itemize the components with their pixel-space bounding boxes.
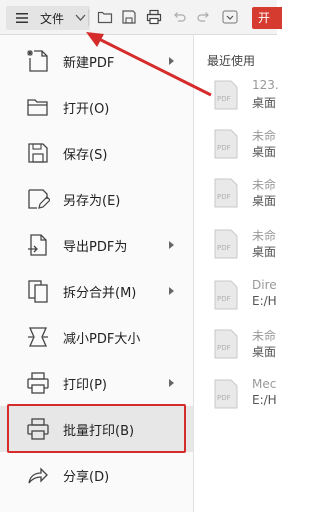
pdf-file-icon: PDF — [214, 379, 238, 409]
pdf-file-icon: PDF — [214, 329, 238, 359]
menu-item-split-merge[interactable]: 拆分合并(M) — [0, 268, 193, 314]
split-merge-icon — [28, 280, 48, 303]
recent-file-location: 桌面 — [252, 145, 277, 159]
recent-file-location: 桌面 — [252, 245, 277, 259]
pdf-file-icon: PDF — [214, 229, 238, 259]
svg-text:PDF: PDF — [217, 295, 231, 303]
recent-file-location: 桌面 — [252, 194, 277, 208]
menu-item-share[interactable]: 分享(D) — [0, 452, 193, 498]
pdf-file-icon: PDF — [214, 178, 238, 208]
more-dropdown-icon[interactable] — [222, 9, 238, 25]
recent-file-name: 未命 — [252, 229, 277, 243]
menu-item-label: 拆分合并(M) — [63, 286, 137, 301]
share-icon — [28, 467, 48, 484]
open-folder-icon[interactable] — [97, 9, 113, 25]
recent-file-item[interactable]: PDF 未命 桌面 — [214, 227, 277, 273]
recent-file-item[interactable]: PDF 未命 桌面 — [214, 176, 277, 222]
chevron-down-icon — [75, 14, 86, 21]
recent-file-name: 未命 — [252, 129, 277, 143]
recent-file-name: Dire — [252, 278, 277, 292]
save-icon — [28, 143, 48, 163]
recent-file-location: E:/H — [252, 294, 277, 308]
menu-item-batch-print[interactable]: 批量打印(B) — [0, 406, 193, 452]
svg-text:PDF: PDF — [217, 244, 231, 252]
save-as-icon — [28, 189, 50, 209]
svg-text:PDF: PDF — [217, 95, 231, 103]
submenu-arrow-icon — [169, 57, 174, 65]
recent-file-item[interactable]: PDF Dire E:/H — [214, 278, 277, 324]
menu-item-open[interactable]: 打开(O) — [0, 84, 193, 130]
menu-item-label: 批量打印(B) — [63, 424, 135, 439]
menu-item-label: 打印(P) — [63, 378, 107, 393]
new-pdf-icon — [27, 50, 48, 72]
svg-text:PDF: PDF — [217, 394, 231, 402]
menu-item-print[interactable]: 打印(P) — [0, 360, 193, 406]
recent-file-item[interactable]: PDF 123. 桌面 — [214, 78, 279, 124]
undo-icon[interactable] — [171, 9, 187, 25]
recent-file-item[interactable]: PDF 未命 桌面 — [214, 327, 277, 373]
file-menu-button[interactable]: 文件 — [6, 6, 90, 30]
menu-item-label: 分享(D) — [63, 470, 110, 485]
svg-text:PDF: PDF — [217, 344, 231, 352]
menu-item-save[interactable]: 保存(S) — [0, 130, 193, 176]
recent-files-header: 最近使用 — [207, 54, 256, 68]
menu-item-compress[interactable]: 减小PDF大小 — [0, 314, 193, 360]
toolbar-divider — [88, 9, 89, 26]
submenu-arrow-icon — [169, 287, 174, 295]
menu-item-label: 保存(S) — [63, 148, 108, 163]
open-folder-icon — [27, 99, 48, 116]
recent-file-location: 桌面 — [252, 345, 277, 359]
recent-file-name: Mec — [252, 377, 277, 391]
print-icon[interactable] — [146, 9, 162, 25]
top-toolbar: 文件 开 — [0, 0, 282, 35]
svg-text:PDF: PDF — [217, 144, 231, 152]
menu-item-export-pdf[interactable]: 导出PDF为 — [0, 222, 193, 268]
recent-file-item[interactable]: PDF Mec E:/H — [214, 377, 277, 423]
save-icon[interactable] — [121, 9, 137, 25]
submenu-arrow-icon — [169, 379, 174, 387]
print-icon — [27, 372, 49, 394]
recent-file-name: 未命 — [252, 329, 277, 343]
recent-file-item[interactable]: PDF 未命 桌面 — [214, 127, 277, 173]
redo-icon[interactable] — [196, 9, 212, 25]
file-dropdown-menu: 新建PDF 打开(O) 保存(S) 另存为(E) 导出PDF为 拆分合并(M) … — [0, 35, 194, 512]
recent-file-name: 123. — [252, 78, 279, 92]
menu-item-label: 打开(O) — [63, 102, 110, 117]
submenu-arrow-icon — [169, 241, 174, 249]
menu-item-new-pdf[interactable]: 新建PDF — [0, 38, 193, 84]
open-tab-badge[interactable]: 开 — [252, 7, 282, 29]
batch-print-icon — [27, 418, 49, 440]
file-menu-label: 文件 — [40, 12, 65, 26]
recent-file-location: E:/H — [252, 393, 277, 407]
menu-item-label: 减小PDF大小 — [63, 332, 141, 347]
menu-item-label: 导出PDF为 — [63, 240, 128, 255]
pdf-file-icon: PDF — [214, 80, 238, 110]
menu-item-label: 新建PDF — [63, 56, 115, 71]
pdf-file-icon: PDF — [214, 280, 238, 310]
recent-file-name: 未命 — [252, 178, 277, 192]
menu-item-label: 另存为(E) — [63, 194, 121, 209]
export-pdf-icon — [28, 234, 47, 256]
menu-item-save-as[interactable]: 另存为(E) — [0, 176, 193, 222]
pdf-file-icon: PDF — [214, 129, 238, 159]
compress-icon — [28, 327, 48, 347]
menu-icon — [16, 13, 28, 23]
recent-file-location: 桌面 — [252, 96, 277, 110]
svg-text:PDF: PDF — [217, 193, 231, 201]
